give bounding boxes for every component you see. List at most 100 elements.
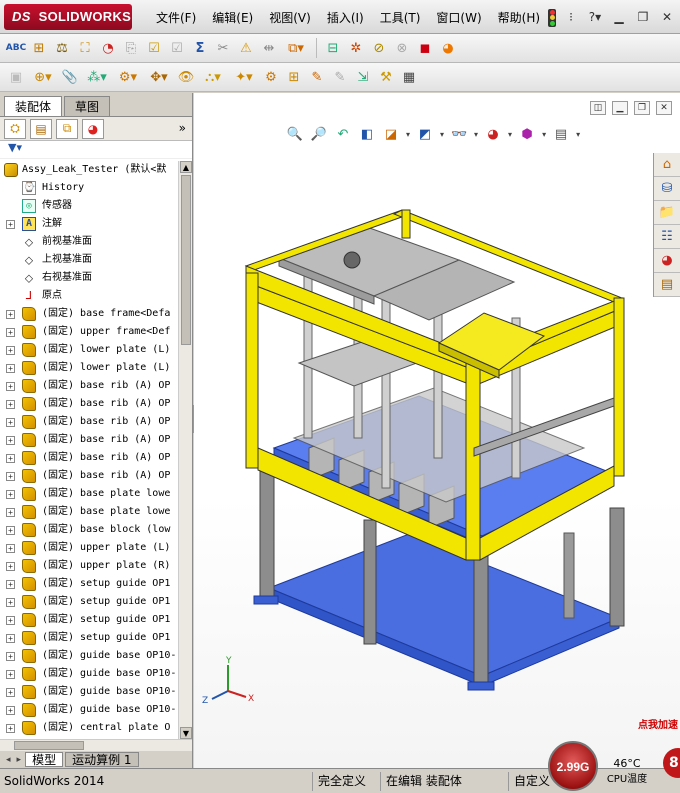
help-icon[interactable]: ?▾: [586, 10, 604, 26]
graphics-area[interactable]: ◫ ▁ ❐ ✕ 🔍 🔎 ↶ ◧ ◪ ▾ ◩ ▾ 👓 ▾ ◕ ▾ ⬢ ▾ ▤ ▾ ⌂ ⛁ 📁 …: [194, 93, 680, 768]
chevron-down-icon[interactable]: ▾: [542, 130, 546, 139]
tree-item-component[interactable]: + (固定) upper plate (R): [0, 557, 178, 575]
reference-geometry-icon[interactable]: ✦▾: [230, 67, 258, 87]
tree-horizontal-scrollbar[interactable]: [0, 739, 192, 751]
check-icon[interactable]: ☑: [144, 38, 164, 58]
equations-icon[interactable]: Σ: [190, 38, 210, 58]
expand-icon[interactable]: +: [6, 418, 15, 427]
feature-manager-icon[interactable]: ⛭: [4, 118, 26, 139]
expand-icon[interactable]: +: [6, 562, 15, 571]
interference-icon[interactable]: ⇹: [259, 38, 279, 58]
solidworks-logo[interactable]: DS SOLIDWORKS: [4, 4, 132, 30]
explode-line-icon[interactable]: ✎: [330, 67, 350, 87]
large-assembly-icon[interactable]: ⚒: [376, 67, 396, 87]
tab-assembly[interactable]: 装配体: [4, 96, 63, 116]
design-library-icon[interactable]: 📁: [654, 201, 680, 225]
tree-item-origin[interactable]: ⅃ 原点: [0, 287, 178, 305]
expand-icon[interactable]: +: [6, 472, 15, 481]
tree-item-plane[interactable]: ⬦ 上视基准面: [0, 251, 178, 269]
menu-tools[interactable]: 工具(T): [372, 9, 429, 27]
instant3d-icon[interactable]: ⇲: [353, 67, 373, 87]
tree-item-annot[interactable]: + A 注解: [0, 215, 178, 233]
display-manager-icon[interactable]: ◕: [82, 118, 104, 139]
zoom-area-icon[interactable]: 🔎: [310, 125, 328, 143]
expand-icon[interactable]: +: [6, 580, 15, 589]
pin-icon[interactable]: ⁝: [562, 10, 580, 26]
snapshot-icon[interactable]: ▦: [399, 67, 419, 87]
section-properties-icon[interactable]: ⛶: [75, 38, 95, 58]
mate-icon[interactable]: 📎: [60, 67, 80, 87]
tab-nav-left-icon[interactable]: ◂: [4, 755, 13, 765]
scroll-down-icon[interactable]: ▼: [180, 727, 192, 739]
speedup-promo[interactable]: 点我加速: [636, 716, 680, 736]
expand-icon[interactable]: +: [6, 670, 15, 679]
close-icon[interactable]: ✕: [658, 10, 676, 26]
check-disabled-icon[interactable]: ☑: [167, 38, 187, 58]
mirror-icon[interactable]: ⊘: [369, 38, 389, 58]
tree-item-component[interactable]: + (固定) setup guide OP1: [0, 593, 178, 611]
chevron-down-icon[interactable]: ▾: [406, 130, 410, 139]
assembly-features-icon[interactable]: ⛬▾: [199, 67, 227, 87]
expand-icon[interactable]: +: [6, 652, 15, 661]
funnel-icon[interactable]: ▼▾: [8, 141, 22, 154]
tree-item-component[interactable]: + (固定) lower plate (L): [0, 359, 178, 377]
restore-view-icon[interactable]: ❐: [634, 101, 650, 115]
menu-insert[interactable]: 插入(I): [319, 9, 372, 27]
expand-icon[interactable]: +: [6, 616, 15, 625]
menu-help[interactable]: 帮助(H): [490, 9, 548, 27]
split-view-icon[interactable]: ◫: [590, 101, 606, 115]
tree-root[interactable]: Assy_Leak_Tester (默认<默: [0, 161, 178, 179]
expand-icon[interactable]: +: [6, 364, 15, 373]
apply-scene-icon[interactable]: ⬢: [518, 125, 536, 143]
chevron-right-icon[interactable]: »: [179, 121, 186, 135]
view-settings-icon[interactable]: ▤: [552, 125, 570, 143]
show-hidden-icon[interactable]: 👁: [176, 67, 196, 87]
minimize-icon[interactable]: ▁: [610, 10, 628, 26]
smart-fasteners-icon[interactable]: ⚙▾: [114, 67, 142, 87]
expand-icon[interactable]: +: [6, 382, 15, 391]
tree-item-component[interactable]: + (固定) guide base OP10-: [0, 665, 178, 683]
tree-item-component[interactable]: + (固定) guide base OP10-: [0, 701, 178, 719]
property-manager-icon[interactable]: ▤: [30, 118, 52, 139]
tree-item-component[interactable]: + (固定) base block (low: [0, 521, 178, 539]
configuration-manager-icon[interactable]: ⧉: [56, 118, 78, 139]
chevron-down-icon[interactable]: ▾: [440, 130, 444, 139]
view-orientation-icon[interactable]: ◪: [382, 125, 400, 143]
tree-item-component[interactable]: + (固定) guide base OP10-: [0, 683, 178, 701]
expand-icon[interactable]: +: [6, 346, 15, 355]
tree-item-component[interactable]: + (固定) base frame<Defa: [0, 305, 178, 323]
chevron-down-icon[interactable]: ▾: [576, 130, 580, 139]
expand-icon[interactable]: +: [6, 400, 15, 409]
tree-item-component[interactable]: + (固定) base rib (A) OP: [0, 395, 178, 413]
scroll-up-icon[interactable]: ▲: [180, 161, 192, 173]
edit-appearance-icon[interactable]: ◕: [484, 125, 502, 143]
tree-item-component[interactable]: + (固定) setup guide OP1: [0, 629, 178, 647]
feature-statistics-icon[interactable]: ✂: [213, 38, 233, 58]
move-component-icon[interactable]: ✥▾: [145, 67, 173, 87]
tab-motion-study[interactable]: 运动算例 1: [65, 752, 139, 767]
statistics-icon[interactable]: ⎘: [121, 38, 141, 58]
menu-edit[interactable]: 编辑(E): [204, 9, 261, 27]
bill-of-materials-icon[interactable]: ⊞: [284, 67, 304, 87]
assembly-model[interactable]: [214, 148, 634, 693]
appearances-icon[interactable]: ◕: [654, 249, 680, 273]
mass-properties-icon[interactable]: ⚖: [52, 38, 72, 58]
display-style-icon[interactable]: ◩: [416, 125, 434, 143]
tree-item-component[interactable]: + (固定) base rib (A) OP: [0, 377, 178, 395]
tree-item-component[interactable]: + (固定) guide base OP10-: [0, 647, 178, 665]
tree-item-component[interactable]: + (固定) base plate lowe: [0, 485, 178, 503]
tab-nav-right-icon[interactable]: ▸: [15, 755, 24, 765]
hscroll-thumb[interactable]: [14, 741, 84, 750]
expand-icon[interactable]: +: [6, 310, 15, 319]
tree-item-component[interactable]: + (固定) base rib (A) OP: [0, 467, 178, 485]
tree-item-component[interactable]: + (固定) base plate lowe: [0, 503, 178, 521]
tree-item-component[interactable]: + (固定) setup guide OP1: [0, 575, 178, 593]
expand-icon[interactable]: +: [6, 508, 15, 517]
expand-icon[interactable]: +: [6, 490, 15, 499]
chevron-down-icon[interactable]: ▾: [474, 130, 478, 139]
tree-item-component[interactable]: + (固定) upper plate (L): [0, 539, 178, 557]
measure-icon[interactable]: ⊞: [29, 38, 49, 58]
component-icon[interactable]: ▣: [6, 67, 26, 87]
home-icon[interactable]: ⌂: [654, 153, 680, 177]
section-view-icon[interactable]: ◧: [358, 125, 376, 143]
